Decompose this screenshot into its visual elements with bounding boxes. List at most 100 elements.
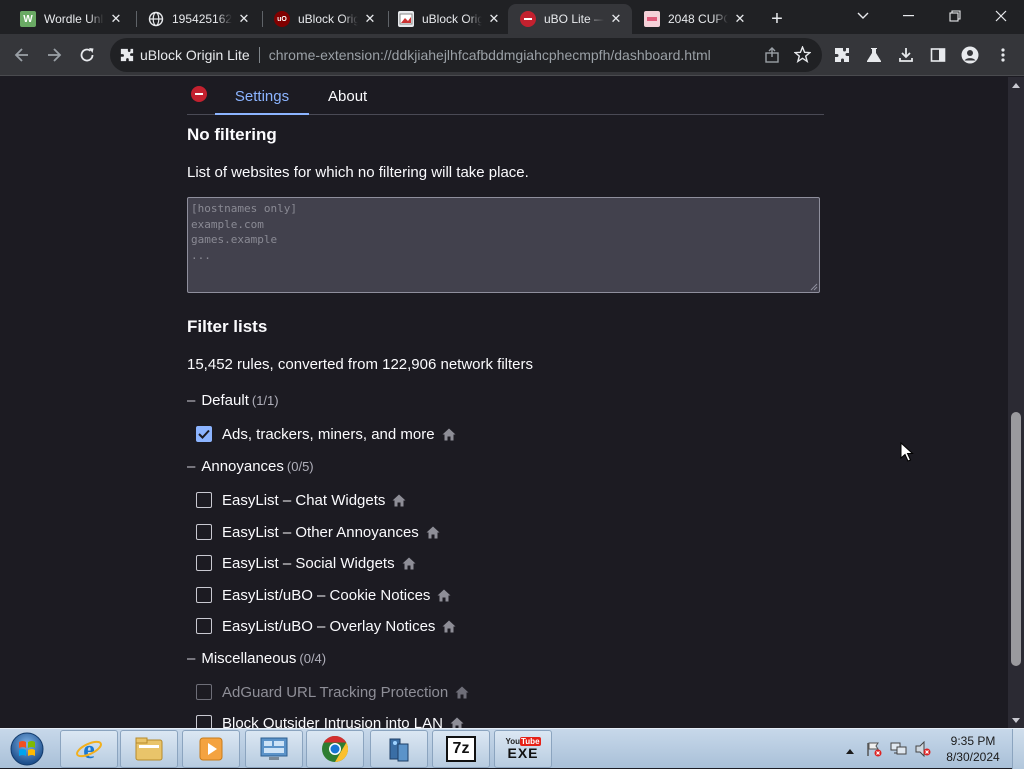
close-icon[interactable]: ✕ — [362, 11, 378, 27]
back-button[interactable] — [9, 42, 35, 68]
download-icon — [899, 48, 913, 62]
close-icon[interactable]: ✕ — [608, 11, 624, 27]
taskbar-chrome[interactable] — [306, 730, 364, 768]
list-item[interactable]: Block Outsider Intrusion into LAN — [196, 713, 464, 728]
home-icon[interactable] — [426, 526, 440, 539]
tab-number[interactable]: 195425162 ✕ — [136, 4, 260, 34]
downloads-button[interactable] — [893, 42, 919, 68]
taskbar-file-explorer[interactable] — [120, 730, 178, 768]
tab-ublock-origin[interactable]: uO uBlock Origin ✕ — [262, 4, 386, 34]
menu-button[interactable] — [990, 42, 1016, 68]
new-tab-button[interactable]: + — [766, 8, 788, 30]
taskbar-control-panel[interactable] — [245, 730, 303, 768]
checkbox[interactable] — [196, 426, 212, 442]
tab-title: uBO Lite — Dashboard — [544, 12, 604, 26]
home-icon[interactable] — [402, 557, 416, 570]
group-label: Miscellaneous — [201, 650, 297, 667]
file-explorer-icon — [135, 737, 163, 761]
start-button[interactable] — [4, 730, 50, 768]
ubo-lite-logo-icon — [191, 86, 207, 102]
tab-ublock-origin-2[interactable]: uBlock Origin ✕ — [386, 4, 510, 34]
url-text[interactable]: chrome-extension://ddkjiahejlhfcafbddmgi… — [269, 47, 711, 63]
extension-puzzle-icon[interactable] — [120, 48, 134, 62]
address-bar[interactable]: uBlock Origin Lite chrome-extension://dd… — [110, 38, 822, 72]
show-hidden-icons-button[interactable] — [846, 741, 854, 759]
minimize-button[interactable] — [886, 0, 932, 32]
tab-search-button[interactable] — [840, 0, 886, 32]
collapse-dash-icon: – — [187, 392, 196, 409]
show-desktop-button[interactable] — [1012, 729, 1024, 769]
list-item[interactable]: EasyList – Social Widgets — [196, 553, 416, 573]
profile-button[interactable] — [957, 42, 983, 68]
trusted-sites-textarea[interactable]: [hostnames only] example.com games.examp… — [187, 197, 820, 293]
list-item[interactable]: Ads, trackers, miners, and more — [196, 424, 456, 444]
checkbox[interactable] — [196, 492, 212, 508]
tab-about[interactable]: About — [328, 77, 367, 115]
group-miscellaneous-header[interactable]: – Miscellaneous (0/4) — [187, 650, 326, 667]
taskbar-media-player[interactable] — [182, 730, 240, 768]
list-item[interactable]: AdGuard URL Tracking Protection — [196, 682, 469, 702]
action-center-flag-icon[interactable] — [866, 741, 882, 762]
tab-2048-cupcakes[interactable]: 2048 CUPCAKES ✕ — [632, 4, 756, 34]
close-icon[interactable]: ✕ — [108, 11, 124, 27]
checkbox[interactable] — [196, 618, 212, 634]
volume-muted-icon[interactable] — [914, 740, 932, 762]
resize-grip-icon[interactable] — [810, 283, 818, 291]
scroll-up-arrow-icon[interactable] — [1008, 79, 1024, 91]
tab-wordle[interactable]: W Wordle Unlimited ✕ — [8, 4, 132, 34]
home-icon[interactable] — [442, 428, 456, 441]
checkbox[interactable] — [196, 587, 212, 603]
extensions-button[interactable] — [829, 42, 855, 68]
dashboard-page: Settings About No filtering List of webs… — [0, 77, 1008, 728]
bookmark-star-icon[interactable] — [793, 45, 812, 68]
list-item-label: EasyList – Other Annoyances — [222, 523, 419, 541]
exe-label: EXE — [507, 745, 539, 761]
side-panel-button[interactable] — [925, 42, 951, 68]
list-item[interactable]: EasyList – Chat Widgets — [196, 490, 406, 510]
list-item[interactable]: EasyList/uBO – Cookie Notices — [196, 585, 451, 605]
system-clock[interactable]: 9:35 PM 8/30/2024 — [940, 733, 1006, 765]
list-item[interactable]: EasyList – Other Annoyances — [196, 522, 440, 542]
tab-title: Wordle Unlimited — [44, 12, 104, 26]
scroll-down-arrow-icon[interactable] — [1008, 714, 1024, 726]
taskbar-internet-explorer[interactable]: e — [60, 730, 118, 768]
checkbox[interactable] — [196, 715, 212, 728]
tab-title: uBlock Origin — [298, 12, 358, 26]
checkbox[interactable] — [196, 555, 212, 571]
chevron-up-icon — [846, 749, 854, 754]
7zip-icon: 7z — [446, 736, 476, 762]
close-window-button[interactable] — [978, 0, 1024, 32]
taskbar-youtube-exe[interactable]: YouTube EXE — [494, 730, 552, 768]
flask-icon — [867, 48, 881, 62]
list-item[interactable]: EasyList/uBO – Overlay Notices — [196, 616, 456, 636]
list-item-label: Block Outsider Intrusion into LAN — [222, 714, 443, 729]
home-icon[interactable] — [442, 620, 456, 633]
collapse-dash-icon: – — [187, 458, 196, 475]
group-count: (1/1) — [251, 393, 279, 408]
checkbox[interactable] — [196, 684, 212, 700]
taskbar-network-app[interactable] — [370, 730, 428, 768]
tab-ubo-lite-dashboard[interactable]: uBO Lite — Dashboard ✕ — [508, 4, 632, 34]
network-tray-icon[interactable] — [890, 741, 908, 762]
close-icon[interactable]: ✕ — [486, 11, 502, 27]
close-icon[interactable]: ✕ — [732, 11, 748, 27]
share-icon[interactable] — [764, 47, 780, 68]
close-icon[interactable]: ✕ — [236, 11, 252, 27]
youtube-exe-icon: YouTube EXE — [505, 737, 541, 761]
group-annoyances-header[interactable]: – Annoyances (0/5) — [187, 458, 314, 475]
home-icon[interactable] — [437, 589, 451, 602]
scroll-thumb[interactable] — [1011, 412, 1021, 666]
page-scrollbar[interactable] — [1008, 77, 1024, 728]
home-icon[interactable] — [450, 717, 464, 729]
tab-settings[interactable]: Settings — [215, 77, 309, 115]
forward-button[interactable] — [41, 42, 67, 68]
chevron-down-icon — [857, 12, 869, 19]
reload-button[interactable] — [74, 42, 100, 68]
checkbox[interactable] — [196, 524, 212, 540]
home-icon[interactable] — [455, 686, 469, 699]
taskbar-7zip[interactable]: 7z — [432, 730, 490, 768]
home-icon[interactable] — [392, 494, 406, 507]
labs-button[interactable] — [861, 42, 887, 68]
group-default-header[interactable]: – Default (1/1) — [187, 392, 279, 409]
restore-button[interactable] — [932, 0, 978, 32]
